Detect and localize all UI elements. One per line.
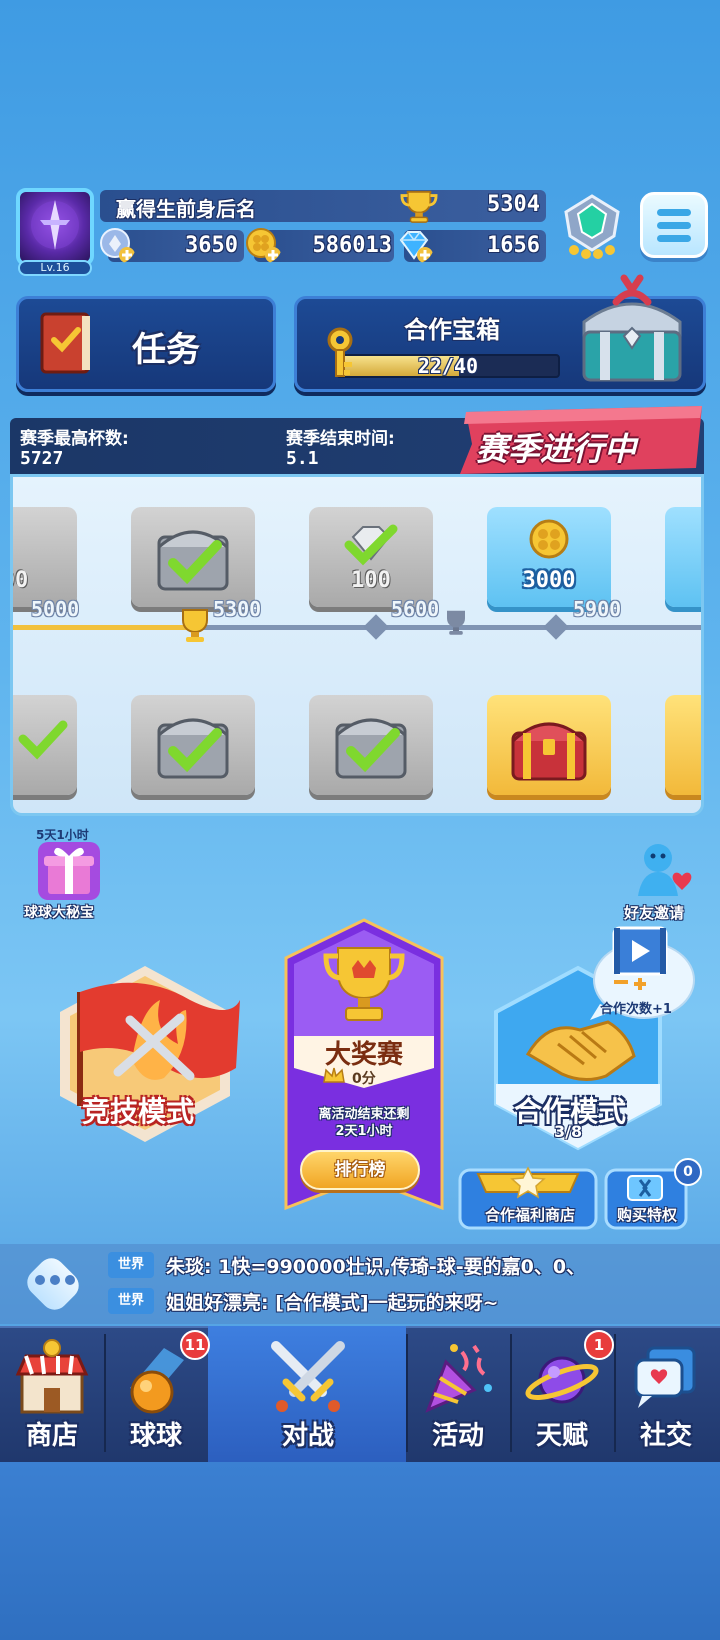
buy-privilege-label: 购买特权 (616, 1206, 677, 1224)
coop-shop-label: 合作福利商店 (484, 1206, 575, 1224)
nav-events[interactable]: 活动 (406, 1326, 510, 1462)
friend-invite-icon[interactable] (628, 836, 700, 902)
milestone-node (363, 614, 389, 640)
season-tile-8[interactable] (487, 695, 611, 795)
season-end-label: 赛季结束时间: (286, 429, 395, 449)
more-dots-icon (35, 1275, 75, 1285)
milestone-label: 5900 (573, 597, 622, 621)
season-tile-0[interactable]: 00 (13, 507, 77, 607)
season-tile-2-value: 100 (351, 568, 391, 593)
chat-channel-tag: 世界 (108, 1252, 154, 1278)
season-tile-3[interactable]: 3000 (487, 507, 611, 607)
coin-value: 586013 (312, 233, 392, 258)
progress-trophy-icon (182, 609, 208, 642)
task-label: 任务 (132, 330, 200, 370)
nav-battle-label: 对战 (281, 1421, 334, 1451)
coop-mode-count: 3/8 (554, 1122, 583, 1141)
season-reward-track[interactable]: 00 100 3000 5000 5300 5600 5900 (10, 474, 704, 816)
coin-add-icon[interactable] (244, 226, 282, 264)
gem-value: 1656 (487, 233, 540, 258)
milestone-node (543, 614, 569, 640)
sword-emblem-icon (31, 200, 79, 250)
shop-icon (15, 1339, 89, 1414)
grey-trophy-icon (447, 610, 465, 635)
red-chest-icon (511, 722, 587, 781)
season-tile-9[interactable] (665, 695, 701, 795)
friend-invite-label[interactable]: 好友邀请 (624, 902, 684, 923)
silver-chest-check-icon (157, 530, 229, 591)
menu-button[interactable] (640, 192, 708, 258)
season-tile-5[interactable] (13, 695, 77, 795)
season-tile-7[interactable] (309, 695, 433, 795)
season-tile-2[interactable]: 100 (309, 507, 433, 607)
season-status: 赛季进行中 (476, 430, 637, 468)
crown-icon (323, 1067, 345, 1083)
nav-battle[interactable]: 对战 (256, 1326, 360, 1462)
season-tile-0-value: 00 (13, 568, 29, 593)
silver-chest-check-icon (157, 718, 229, 779)
milestone-label: 5000 (31, 597, 80, 621)
nav-balls-badge: 11 (180, 1330, 210, 1360)
trophy-count: 5304 (487, 192, 540, 217)
rank-badge-icon[interactable] (556, 190, 628, 262)
coop-chest-progress-text: 22/40 (417, 354, 479, 378)
energy-value: 3650 (185, 233, 238, 258)
player-avatar[interactable] (16, 188, 94, 266)
season-tile-3-value: 3000 (522, 568, 576, 593)
chat-channel-tag: 世界 (108, 1288, 154, 1314)
silver-chest-check-icon (335, 718, 407, 779)
bottom-area (0, 1462, 720, 1640)
grand-prix-title: 大奖赛 (324, 1040, 403, 1070)
nav-social-label: 社交 (639, 1421, 692, 1451)
key-icon (327, 327, 353, 377)
coop-chest-title: 合作宝箱 (404, 316, 500, 344)
gift-box-icon[interactable] (34, 838, 104, 904)
gift-label[interactable]: 球球大秘宝 (24, 902, 94, 922)
season-best-value: 5727 (20, 448, 64, 469)
task-book-icon (40, 312, 90, 374)
energy-add-icon[interactable] (98, 226, 136, 264)
nav-shop[interactable]: 商店 (0, 1326, 104, 1462)
nav-shop-label: 商店 (25, 1421, 78, 1451)
grand-prix-score: 0分 (352, 1071, 376, 1087)
coop-bonus-text: 合作次数+1 (600, 1002, 672, 1017)
privilege-badge: 0 (674, 1158, 702, 1186)
nav-talent-badge: 1 (584, 1330, 614, 1360)
trophy-icon (400, 190, 438, 223)
grand-prix-countdown-line1: 离活动结束还剩 (318, 1107, 410, 1122)
player-level: Lv.16 (18, 260, 92, 276)
grand-prix-countdown: 离活动结束还剩 2天1小时 (290, 1106, 438, 1140)
season-tile-6[interactable] (131, 695, 255, 795)
nav-talent[interactable]: 天赋 1 (510, 1326, 614, 1462)
chat-message-1: 朱琰: 1快=990000壮识,传琦-球-要的嘉0、0、 (166, 1256, 586, 1278)
grand-prix-countdown-line2: 2天1小时 (335, 1124, 393, 1139)
season-track-fill (13, 625, 194, 630)
crossed-swords-icon (271, 1341, 345, 1412)
season-end-value: 5.1 (286, 448, 319, 469)
nav-balls[interactable]: 球球 11 (104, 1326, 210, 1462)
coop-chest-icon (582, 274, 682, 382)
gem-add-icon[interactable] (396, 226, 434, 264)
chat-message-2: 姐姐好漂亮: [合作模式]一起玩的来呀~ (166, 1292, 499, 1314)
leaderboard-label: 排行榜 (334, 1160, 386, 1180)
milestone-label: 5300 (213, 597, 262, 621)
milestone-label: 5600 (391, 597, 440, 621)
party-popper-icon (425, 1344, 492, 1413)
season-tile-4[interactable] (665, 507, 701, 607)
competitive-mode-label[interactable]: 竞技模式 (82, 1090, 194, 1130)
nav-events-label: 活动 (431, 1421, 484, 1451)
nav-balls-label: 球球 (129, 1421, 182, 1451)
leaderboard-button[interactable]: 排行榜 (300, 1150, 420, 1190)
nav-social[interactable]: 社交 (614, 1326, 718, 1462)
chat-heart-icon (634, 1346, 696, 1408)
season-best-label: 赛季最高杯数: (20, 429, 129, 449)
season-tile-1[interactable] (131, 507, 255, 607)
nav-talent-label: 天赋 (535, 1421, 588, 1451)
frame-check-icon (18, 720, 68, 760)
player-name: 赢得生前身后名 (116, 197, 256, 221)
